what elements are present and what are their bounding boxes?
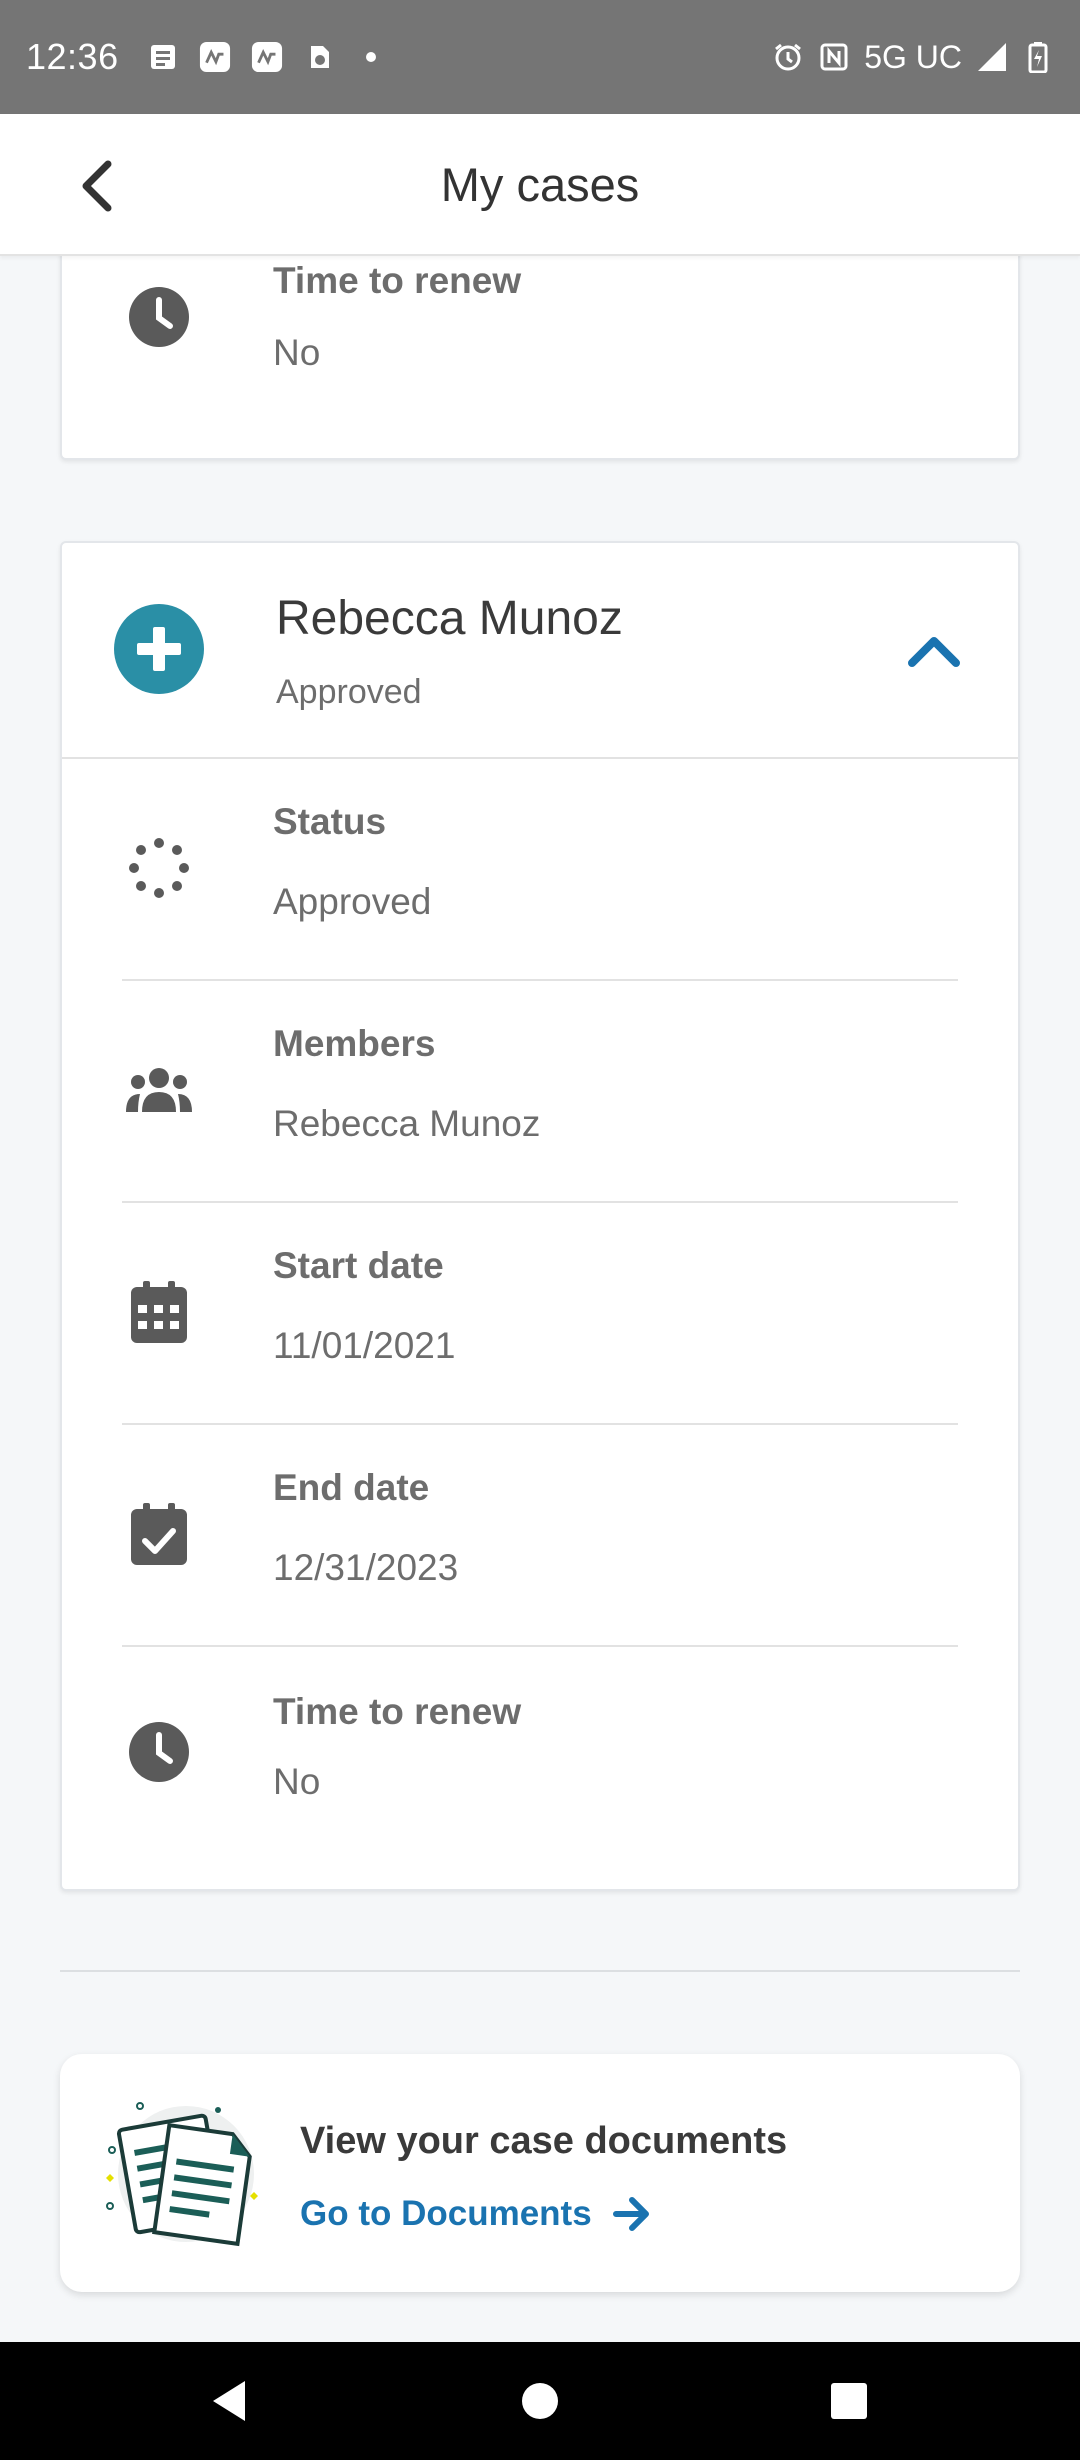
case-header[interactable]: Rebecca Munoz Approved <box>62 543 1018 759</box>
row-label: End date <box>273 1467 430 1508</box>
chevron-up-icon <box>908 637 960 667</box>
app-icon <box>199 41 231 73</box>
home-nav-button[interactable] <box>481 2342 599 2460</box>
go-to-documents-link[interactable]: Go to Documents <box>300 2194 652 2234</box>
row-label: Time to renew <box>273 1691 522 1732</box>
status-time: 12:36 <box>26 36 119 77</box>
calendar-check-icon <box>126 1501 192 1567</box>
recents-nav-icon <box>831 2383 867 2419</box>
members-row: Members Rebecca Munoz <box>62 981 1018 1203</box>
row-label: Members <box>273 1023 436 1064</box>
shield-icon <box>303 41 335 73</box>
notes-icon <box>147 41 179 73</box>
case-avatar <box>114 604 204 694</box>
documents-title: View your case documents <box>300 2120 788 2162</box>
row-value: 11/01/2021 <box>273 1325 456 1366</box>
back-nav-button[interactable] <box>170 2342 288 2460</box>
collapse-button[interactable] <box>902 619 966 683</box>
network-type: 5G UC <box>864 38 962 75</box>
home-nav-icon <box>522 2383 558 2419</box>
status-bar: 12:36 5G UC <box>0 0 1080 114</box>
section-divider <box>60 1970 1020 1972</box>
row-label: Time to renew <box>273 260 522 301</box>
app-icon <box>251 41 283 73</box>
alarm-icon <box>772 41 804 73</box>
time-to-renew-row: Time to renew No <box>62 240 1018 460</box>
navigation-bar <box>0 2342 1080 2460</box>
recents-nav-button[interactable] <box>790 2342 908 2460</box>
documents-card[interactable]: View your case documents Go to Documents <box>60 2054 1020 2292</box>
dot-icon <box>355 41 387 73</box>
row-value: No <box>273 1761 321 1802</box>
documents-illustration-icon <box>100 2100 270 2250</box>
row-value: 12/31/2023 <box>273 1547 459 1588</box>
time-to-renew-row: Time to renew No <box>62 1647 1018 1891</box>
back-nav-icon <box>213 2381 245 2421</box>
calendar-icon <box>126 1279 192 1345</box>
row-value: Rebecca Munoz <box>273 1103 541 1144</box>
group-icon <box>126 1057 192 1123</box>
nfc-icon <box>818 41 850 73</box>
row-value: No <box>273 332 321 373</box>
case-name: Rebecca Munoz <box>276 592 623 645</box>
previous-case-card: Time to renew No <box>60 240 1020 460</box>
link-label: Go to Documents <box>300 2194 592 2233</box>
clock-icon <box>126 284 192 350</box>
end-date-row: End date 12/31/2023 <box>62 1425 1018 1647</box>
row-label: Start date <box>273 1245 444 1286</box>
app-bar: My cases <box>0 114 1080 256</box>
back-button[interactable] <box>60 150 132 222</box>
row-value: Approved <box>273 881 432 922</box>
status-row: Status Approved <box>62 759 1018 981</box>
clock-icon <box>126 1719 192 1785</box>
row-label: Status <box>273 801 387 842</box>
page-title: My cases <box>440 157 640 211</box>
start-date-row: Start date 11/01/2021 <box>62 1203 1018 1425</box>
chevron-left-icon <box>82 160 112 212</box>
signal-icon <box>976 41 1008 73</box>
battery-icon <box>1022 41 1054 73</box>
case-status: Approved <box>276 673 422 711</box>
plus-icon <box>137 627 181 671</box>
arrow-right-icon <box>612 2197 649 2231</box>
case-card: Rebecca Munoz Approved Status Approved M… <box>60 541 1020 1891</box>
spinner-icon <box>126 835 192 901</box>
